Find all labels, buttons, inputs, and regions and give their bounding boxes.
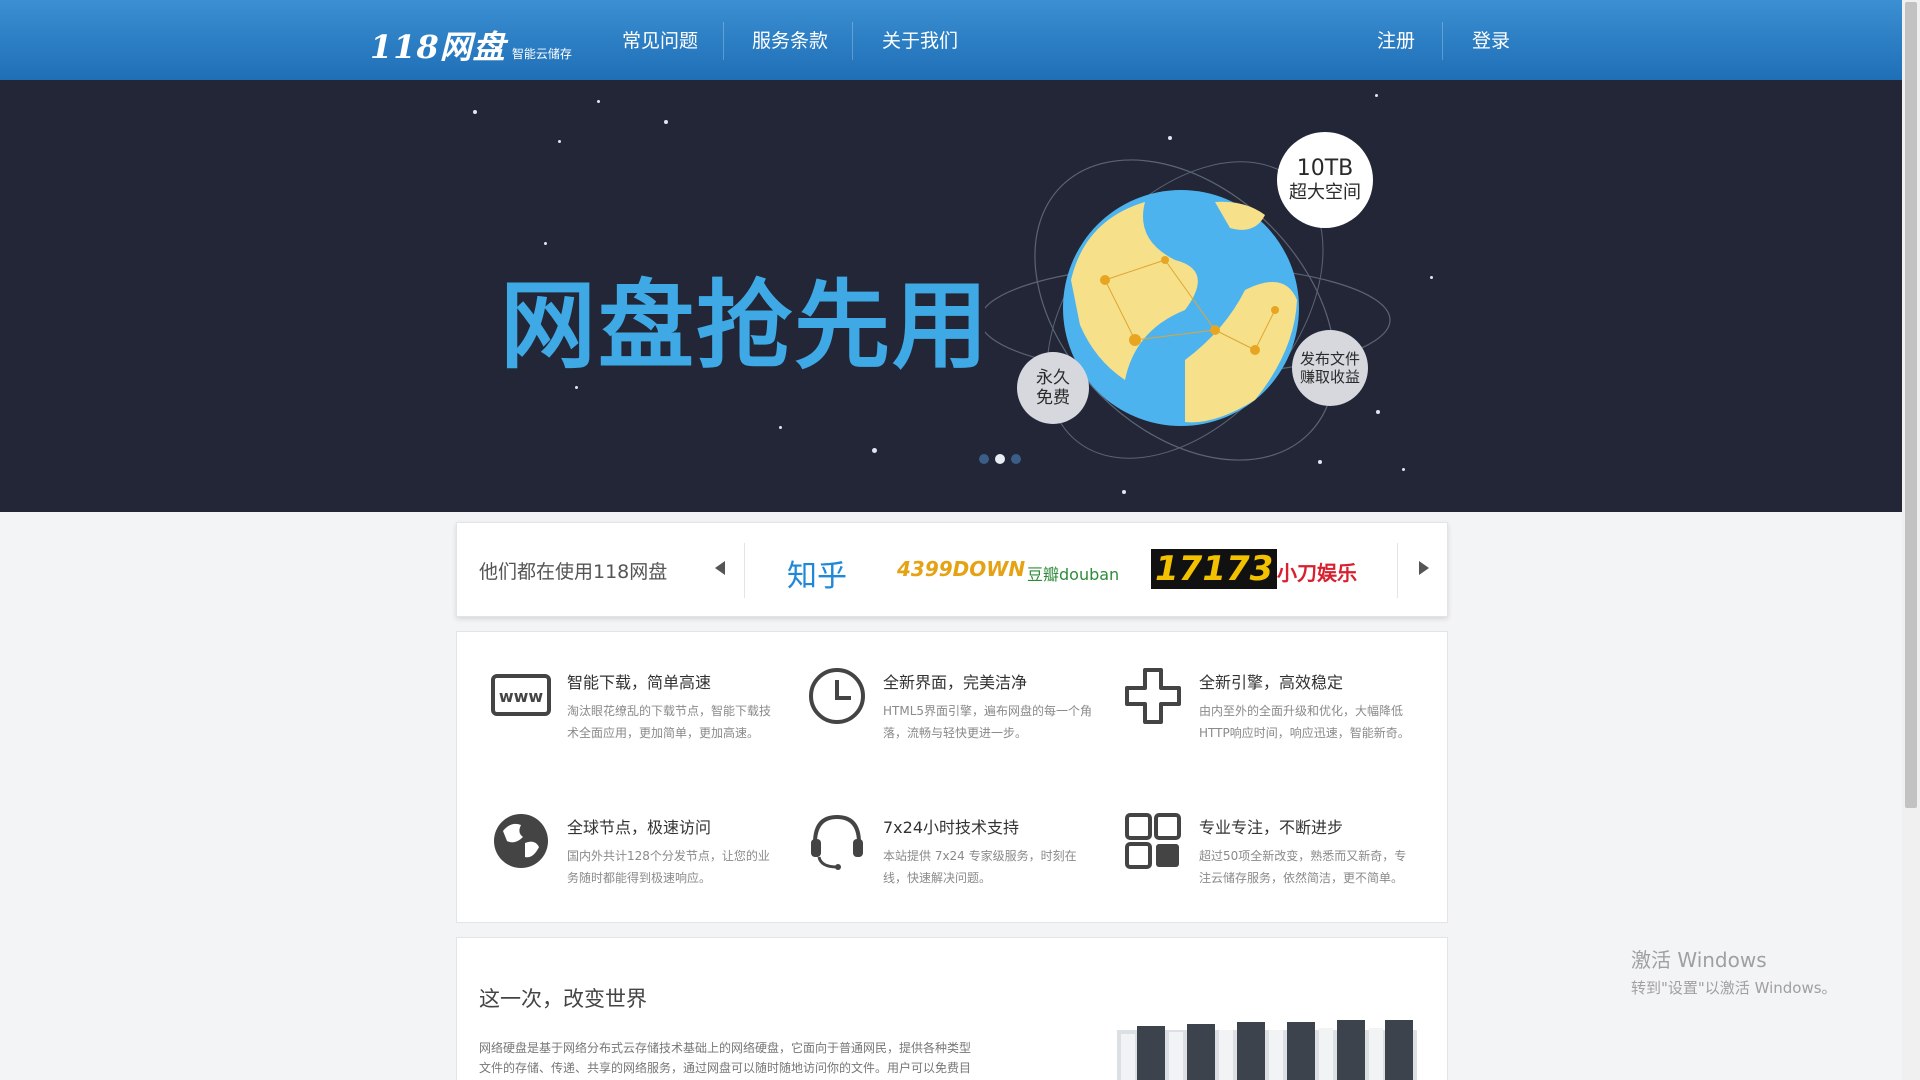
intro-text: 网络硬盘是基于网络分布式云存储技术基础上的网络硬盘，它面向于普通网民，提供各种类… — [479, 1041, 972, 1075]
brand-douban[interactable]: 豆瓣douban — [1027, 561, 1119, 585]
site-logo[interactable]: 118网盘 智能云储存 — [370, 22, 572, 68]
storage-label: 超大空间 — [1289, 182, 1361, 204]
feature-title: 智能下载，简单高速 — [567, 673, 712, 692]
watermark-subtitle: 转到"设置"以激活 Windows。 — [1631, 979, 1837, 997]
features-section: www 智能下载，简单高速 淘汰眼花缭乱的下载节点，智能下载技术全面应用，更加简… — [456, 631, 1448, 923]
vertical-scrollbar-thumb[interactable] — [1905, 2, 1917, 808]
star-decoration — [597, 100, 600, 103]
feature-description: 超过50项全新改变，熟悉而又新奇，专注云储存服务，依然简洁，更不简单。 — [1199, 849, 1407, 885]
free-label-line1: 永久 — [1036, 367, 1070, 388]
earn-label-line1: 发布文件 — [1299, 350, 1360, 368]
nav-divider — [723, 22, 724, 60]
top-navigation-bar: 118网盘 智能云储存 常见问题 服务条款 关于我们 注册 登录 — [0, 0, 1902, 80]
feature-description: 淘汰眼花缭乱的下载节点，智能下载技术全面应用，更加简单，更加高速。 — [567, 704, 772, 740]
grid-icon — [1125, 813, 1181, 869]
www-icon: www — [491, 674, 551, 716]
windows-activation-watermark: 激活 Windows 转到"设置"以激活 Windows。 — [1631, 944, 1837, 998]
login-link[interactable]: 登录 — [1472, 0, 1510, 80]
partners-label: 他们都在使用118网盘 — [479, 561, 668, 583]
plus-icon — [1125, 668, 1181, 724]
brand-xiaodao[interactable]: 小刀娱乐 — [1277, 557, 1357, 586]
star-decoration — [544, 242, 547, 245]
brand-17173[interactable]: 17173 — [1151, 549, 1278, 589]
feature-description: HTML5界面引擎，遍布网盘的每一个角落，流畅与轻快更进一步。 — [883, 704, 1093, 740]
intro-title: 这一次，改变世界 — [479, 987, 647, 1011]
star-decoration — [664, 120, 668, 124]
hero-title: 网盘抢先用 — [500, 270, 990, 382]
feature-title: 专业专注，不断进步 — [1199, 818, 1344, 837]
nav-divider — [1442, 22, 1443, 60]
partners-prev-arrow-icon[interactable] — [715, 561, 725, 575]
brand-4399down[interactable]: 4399DOWN — [897, 557, 1025, 581]
slide-dot-1[interactable] — [979, 454, 989, 464]
register-link[interactable]: 注册 — [1377, 0, 1415, 80]
feature-description: 本站提供 7x24 专家级服务，时刻在线，快速解决问题。 — [883, 849, 1077, 885]
headset-icon — [811, 814, 863, 870]
storage-amount: 10TB — [1296, 156, 1354, 181]
earn-bubble: 发布文件 赚取收益 — [1292, 330, 1368, 406]
star-decoration — [779, 426, 782, 429]
star-decoration — [872, 448, 877, 453]
svg-text:www: www — [499, 687, 544, 706]
star-decoration — [473, 110, 477, 114]
slide-dot-2[interactable] — [995, 454, 1005, 464]
feature-title: 全新界面，完美洁净 — [883, 673, 1028, 692]
feature-title: 全球节点，极速访问 — [567, 818, 712, 837]
globe-icon — [494, 814, 548, 868]
star-decoration — [1375, 94, 1378, 97]
feature-description: 由内至外的全面升级和优化，大幅降低HTTP响应时间，响应迅速，智能新奇。 — [1199, 704, 1410, 740]
logo-text: 118网盘 — [370, 28, 506, 66]
free-bubble: 永久 免费 — [1017, 352, 1089, 424]
nav-terms[interactable]: 服务条款 — [752, 0, 828, 80]
earn-label-line2: 赚取收益 — [1299, 368, 1360, 386]
server-rack-illustration — [1117, 1020, 1417, 1080]
feature-description: 国内外共计128个分发节点，让您的业务随时都能得到极速响应。 — [567, 849, 770, 885]
partners-next-arrow-icon[interactable] — [1419, 561, 1429, 575]
storage-bubble: 10TB 超大空间 — [1277, 132, 1373, 228]
star-decoration — [1430, 276, 1433, 279]
logo-tagline: 智能云储存 — [511, 47, 572, 61]
free-label-line2: 免费 — [1036, 388, 1070, 408]
star-decoration — [1122, 490, 1126, 494]
brand-zhihu[interactable]: 知乎 — [787, 551, 847, 595]
intro-section: 这一次，改变世界 网络硬盘是基于网络分布式云存储技术基础上的网络硬盘，它面向于普… — [456, 937, 1448, 1080]
feature-title: 7x24小时技术支持 — [883, 818, 1020, 837]
watermark-title: 激活 Windows — [1631, 948, 1767, 972]
slide-indicator — [979, 454, 1021, 464]
star-decoration — [558, 140, 561, 143]
nav-about[interactable]: 关于我们 — [882, 0, 958, 80]
partners-divider — [744, 543, 745, 598]
slide-dot-3[interactable] — [1011, 454, 1021, 464]
nav-divider — [852, 22, 853, 60]
hero-banner: 网盘抢先用 10TB 超大空间 永久 免费 发布文件 赚取收益 — [0, 80, 1902, 512]
feature-title: 全新引擎，高效稳定 — [1199, 673, 1344, 692]
partners-divider — [1397, 543, 1398, 598]
partners-bar: 他们都在使用118网盘 知乎 4399DOWN 豆瓣douban 17173 小… — [456, 522, 1448, 617]
clock-icon — [809, 668, 865, 724]
nav-faq[interactable]: 常见问题 — [622, 0, 698, 80]
